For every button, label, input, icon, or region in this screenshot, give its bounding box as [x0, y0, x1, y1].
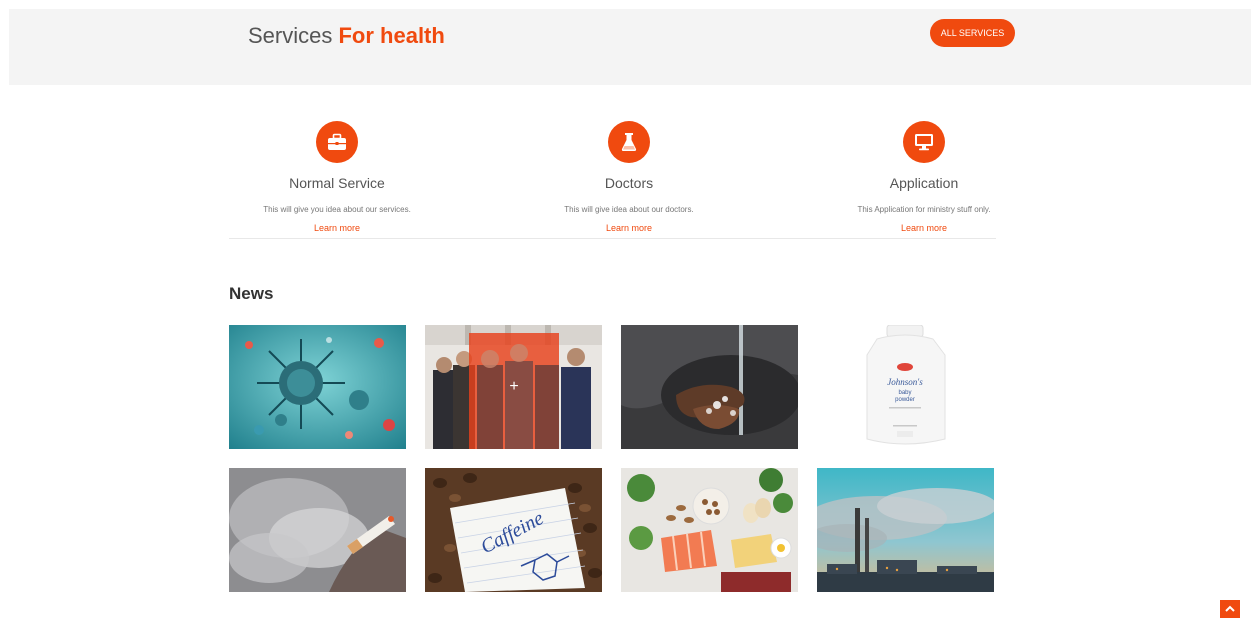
news-item-powder[interactable]: Johnson's baby powder	[817, 325, 994, 449]
group-photo-image: +	[425, 325, 602, 449]
service-normal: Normal Service This will give you idea a…	[207, 121, 467, 233]
service-application: Application This Application for ministr…	[794, 121, 1054, 233]
back-to-top-button[interactable]	[1220, 600, 1240, 618]
baby-powder-image: Johnson's baby powder	[817, 325, 994, 449]
overlay-plus: +	[509, 378, 518, 395]
learn-more-link[interactable]: Learn more	[794, 223, 1054, 233]
caffeine-image: Caffeine	[425, 468, 602, 592]
news-item-virus[interactable]	[229, 325, 406, 449]
factory-smoke-image	[817, 468, 994, 592]
services-title: Services For health	[248, 23, 445, 49]
news-item-handwashing[interactable]	[621, 325, 798, 449]
service-title: Application	[889, 175, 959, 191]
services-divider	[229, 238, 996, 239]
service-title: Normal Service	[289, 175, 385, 191]
powder-label-1: Johnson's	[887, 377, 923, 387]
service-description: This will give you idea about our servic…	[263, 205, 411, 214]
handwashing-image	[621, 325, 798, 449]
news-item-group[interactable]: +	[425, 325, 602, 449]
news-heading: News	[229, 284, 274, 303]
news-item-food[interactable]	[621, 468, 798, 592]
learn-more-link[interactable]: Learn more	[207, 223, 467, 233]
cigarette-image	[229, 468, 406, 592]
learn-more-link[interactable]: Learn more	[499, 223, 759, 233]
news-item-factory[interactable]	[817, 468, 994, 592]
news-item-caffeine[interactable]: Caffeine	[425, 468, 602, 592]
service-title: Doctors	[604, 175, 654, 191]
all-services-button[interactable]: ALL SERVICES	[930, 19, 1015, 47]
service-doctors: Doctors This will give idea about our do…	[499, 121, 759, 233]
monitor-icon	[903, 121, 945, 163]
service-description: This will give idea about our doctors.	[564, 205, 694, 214]
powder-label-3: powder	[895, 397, 915, 403]
virus-image	[229, 325, 406, 449]
title-prefix: Services	[248, 23, 339, 48]
healthy-food-image	[621, 468, 798, 592]
services-header: Services For health ALL SERVICES	[9, 9, 1251, 85]
briefcase-icon	[316, 121, 358, 163]
flask-icon	[608, 121, 650, 163]
powder-label-2: baby	[898, 390, 911, 396]
chevron-up-icon	[1225, 605, 1235, 612]
news-item-cigarette[interactable]	[229, 468, 406, 592]
title-accent: For health	[338, 23, 445, 48]
service-description: This Application for ministry stuff only…	[857, 205, 991, 214]
